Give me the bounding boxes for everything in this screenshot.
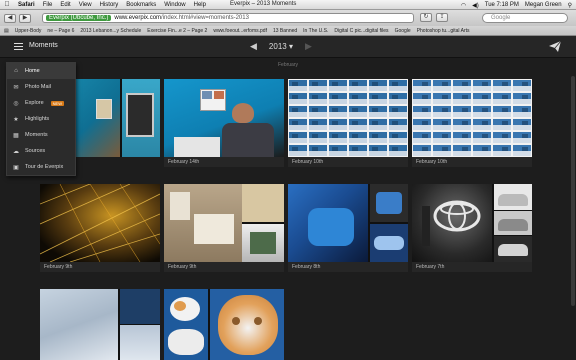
everpix-app: Moments ◀ 2013 ▾ ▶ February ⌂ Home ✉ Pho… (0, 36, 576, 360)
nav-item-label: Highlights (25, 116, 50, 122)
nav-item-label: Tour de Everpix (25, 164, 64, 170)
menu-history[interactable]: History (96, 2, 123, 8)
app-header: Moments ◀ 2013 ▾ ▶ (0, 36, 576, 58)
toyota-logo (422, 200, 481, 246)
city-lights-pattern (40, 184, 160, 262)
bookmarks-bar: ▤ Upper-Body ne – Page 6 2013 Lebanon...… (0, 26, 576, 36)
bookmark-item[interactable]: Exercise Fin...e 2 – Page 2 (147, 28, 207, 34)
moment-date: February 10th (288, 157, 408, 167)
share-icon[interactable]: ⇪ (436, 13, 448, 22)
nav-item-label: Home (25, 68, 40, 74)
menu-icon[interactable] (14, 43, 23, 50)
nav-item-explore[interactable]: ◎ Explore NEW (7, 95, 75, 111)
year-selector[interactable]: 2013 ▾ (269, 42, 293, 51)
menu-file[interactable]: File (39, 2, 57, 8)
bookmark-item[interactable]: 13 Banned (273, 28, 297, 34)
nav-item-sources[interactable]: ☁ Sources (7, 143, 75, 159)
year-navigator: ◀ 2013 ▾ ▶ (250, 41, 312, 52)
grid-collage (412, 79, 532, 157)
search-field[interactable]: Google (482, 13, 568, 23)
nav-item-moments[interactable]: ▦ Moments (7, 127, 75, 143)
back-button[interactable]: ◀ (4, 13, 16, 23)
menu-view[interactable]: View (75, 2, 96, 8)
moment-thumbnail[interactable] (40, 184, 160, 262)
spotlight-icon[interactable]: ⚲ (568, 2, 572, 9)
menu-edit[interactable]: Edit (56, 2, 74, 8)
moment-thumbnail[interactable] (164, 289, 284, 360)
moment-date: February 9th (164, 262, 284, 272)
moment-date: February 10th (412, 157, 532, 167)
tour-icon: ▣ (13, 164, 19, 171)
user-name[interactable]: Megan Green (525, 2, 562, 8)
menu-help[interactable]: Help (190, 2, 210, 8)
nav-item-label: Moments (25, 132, 48, 138)
send-icon[interactable] (549, 41, 561, 52)
nav-item-tour[interactable]: ▣ Tour de Everpix (7, 159, 75, 175)
moment-thumbnail[interactable] (288, 79, 408, 157)
explore-icon: ◎ (13, 100, 19, 107)
mail-icon: ✉ (13, 84, 19, 91)
grid-collage (288, 79, 408, 157)
bookmark-item[interactable]: Photoshop tu...gital Arts (417, 28, 470, 34)
moment-date: February 14th (164, 157, 284, 167)
site-identity-badge: Everpix (Ubcube, Inc.) (46, 15, 112, 21)
bookmark-item[interactable]: ne – Page 6 (47, 28, 74, 34)
moment-date: February 7th (412, 262, 532, 272)
reload-icon[interactable]: ↻ (420, 13, 432, 22)
cloud-icon: ☁ (13, 148, 19, 155)
clock[interactable]: Tue 7:18 PM (485, 2, 519, 8)
menu-safari[interactable]: Safari (14, 2, 39, 8)
moment-thumbnail[interactable] (288, 184, 408, 262)
scrollbar[interactable] (571, 76, 575, 306)
url-host: www.everpix.com (114, 15, 162, 21)
moment-thumbnail[interactable] (412, 79, 532, 157)
previous-year-icon[interactable]: ◀ (250, 41, 257, 52)
moment-thumbnail[interactable] (40, 289, 160, 360)
volume-icon[interactable]: ◀) (472, 2, 479, 9)
moment-date: February 9th (40, 262, 160, 272)
bookmark-item[interactable]: Upper-Body (15, 28, 42, 34)
nav-item-label: Photo Mail (25, 84, 51, 90)
moment-thumbnail[interactable] (164, 184, 284, 262)
next-year-icon[interactable]: ▶ (305, 41, 312, 52)
address-bar[interactable]: Everpix (Ubcube, Inc.) www.everpix.com/in… (42, 13, 414, 23)
moment-thumbnail[interactable] (412, 184, 532, 262)
home-icon: ⌂ (14, 68, 18, 74)
nav-item-label: Explore (25, 100, 44, 106)
bookmark-icon[interactable]: ▤ (4, 28, 9, 34)
navigation-menu: ⌂ Home ✉ Photo Mail ◎ Explore NEW ★ High… (6, 62, 76, 176)
url-path: /index.html#view=moments-2013 (161, 15, 249, 21)
bookmark-item[interactable]: 2013 Lebanon...y Schedule (80, 28, 141, 34)
apple-menu-icon[interactable]:  (0, 1, 14, 8)
window-title: Everpix – 2013 Moments (230, 1, 297, 7)
menu-bookmarks[interactable]: Bookmarks (122, 2, 160, 8)
wifi-icon[interactable]: ◠ (461, 2, 466, 9)
new-badge: NEW (50, 100, 64, 106)
nav-item-photo-mail[interactable]: ✉ Photo Mail (7, 79, 75, 95)
bookmark-item[interactable]: Google (395, 28, 411, 34)
moment-date: February 8th (288, 262, 408, 272)
moments-icon: ▦ (13, 132, 19, 139)
bookmark-item[interactable]: www.foeout...erfoms.pdf (213, 28, 267, 34)
star-icon: ★ (13, 116, 19, 123)
year-label: 2013 (268, 42, 287, 51)
nav-item-highlights[interactable]: ★ Highlights (7, 111, 75, 127)
month-label: February (278, 62, 299, 68)
menu-window[interactable]: Window (160, 2, 189, 8)
search-placeholder: Google (491, 15, 511, 21)
page-title: Moments (29, 42, 58, 49)
nav-item-label: Sources (25, 148, 46, 154)
chevron-down-icon: ▾ (288, 42, 293, 51)
moment-thumbnail[interactable] (164, 79, 284, 157)
forward-button[interactable]: ▶ (19, 13, 31, 23)
browser-toolbar: ◀ ▶ Everpix (Ubcube, Inc.) www.everpix.co… (0, 10, 576, 26)
bookmark-item[interactable]: In The U.S. (303, 28, 328, 34)
nav-item-home[interactable]: ⌂ Home (7, 63, 75, 79)
bookmark-item[interactable]: Digital C pic...digital files (334, 28, 388, 34)
macos-menubar:  Safari File Edit View History Bookmark… (0, 0, 576, 10)
